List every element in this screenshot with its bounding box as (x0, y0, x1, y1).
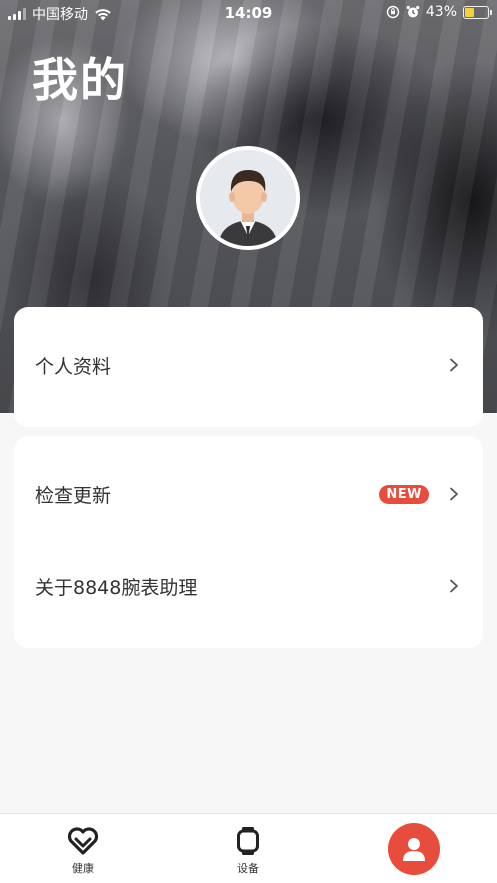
watch-icon (237, 827, 259, 855)
check-update-row[interactable]: 检查更新 NEW (14, 464, 483, 524)
avatar[interactable] (196, 146, 300, 250)
page-title: 我的 (32, 53, 128, 107)
new-badge: NEW (379, 484, 429, 504)
check-update-label: 检查更新 (35, 484, 112, 507)
chevron-right-icon (450, 579, 458, 593)
battery-icon (463, 5, 492, 19)
status-right: 43% (386, 4, 492, 20)
about-label: 关于8848腕表助理 (35, 576, 198, 599)
status-bar: 中国移动 14:09 43% (0, 0, 497, 26)
tab-device-label: 设备 (237, 862, 259, 875)
chevron-right-icon (450, 487, 458, 501)
tab-health[interactable]: 健康 (33, 814, 133, 883)
battery-percent: 43% (425, 4, 457, 20)
user-icon (403, 838, 425, 861)
tab-health-label: 健康 (72, 862, 94, 875)
orientation-lock-icon (386, 5, 400, 19)
about-row[interactable]: 关于8848腕表助理 (14, 556, 483, 616)
tab-me[interactable] (388, 823, 440, 875)
tab-device[interactable]: 设备 (198, 814, 298, 883)
profile-info-label: 个人资料 (35, 355, 112, 378)
tab-bar: 健康 设备 (0, 813, 497, 883)
profile-card: 个人资料 (14, 307, 483, 427)
settings-card: 检查更新 NEW 关于8848腕表助理 (14, 436, 483, 648)
avatar-person-icon (200, 150, 296, 246)
heart-icon (67, 827, 99, 855)
chevron-right-icon (450, 358, 458, 372)
profile-info-row[interactable]: 个人资料 (14, 335, 483, 395)
alarm-icon (406, 5, 420, 18)
